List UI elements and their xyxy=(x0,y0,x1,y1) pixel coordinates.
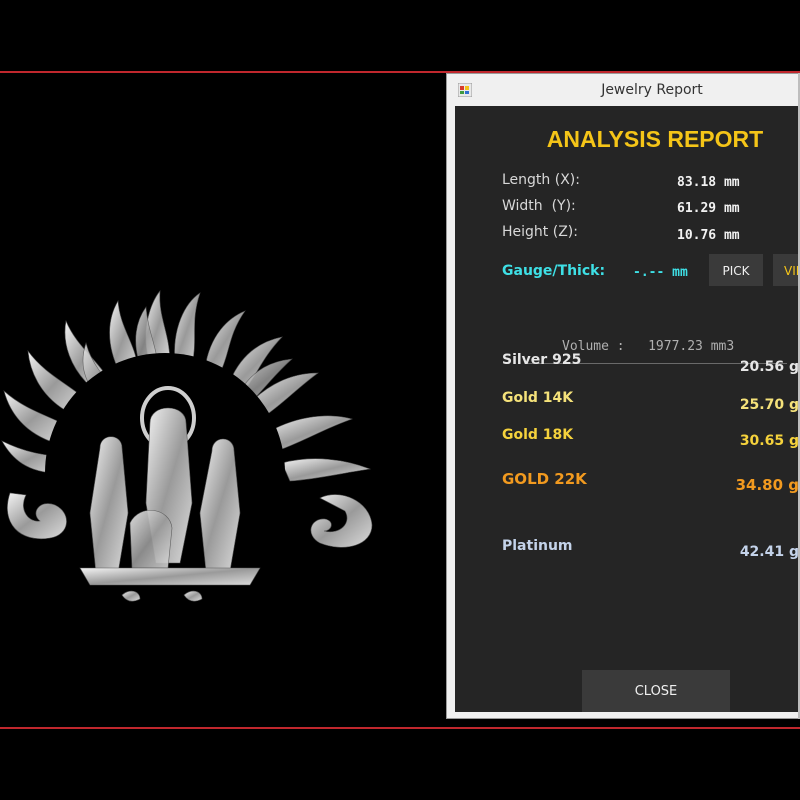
viewport-border-bottom xyxy=(0,727,800,729)
window-title: Jewelry Report xyxy=(601,82,703,98)
report-heading: ANALYSIS REPORT xyxy=(546,126,764,152)
title-bar[interactable]: Jewelry Report xyxy=(447,74,800,106)
gold-14k-label: Gold 14K xyxy=(502,390,574,406)
jewelry-pendant-model xyxy=(1,290,373,602)
close-button[interactable]: CLOSE xyxy=(582,670,730,712)
silver-925-value: 20.56 g xyxy=(739,359,799,375)
3d-viewport[interactable] xyxy=(0,73,448,727)
report-panel: ANALYSIS REPORT Length (X): 83.18 mm Wid… xyxy=(455,106,800,712)
gold-22k-value: 34.80 g xyxy=(735,476,799,494)
platinum-value: 42.41 g xyxy=(739,544,799,560)
gold-22k-label: GOLD 22K xyxy=(502,470,587,488)
platinum-label: Platinum xyxy=(502,538,573,554)
width-label: Width (Y): xyxy=(502,198,576,214)
gold-18k-value: 30.65 g xyxy=(739,433,799,449)
jewelry-report-window: Jewelry Report ANALYSIS REPORT Length (X… xyxy=(446,73,800,719)
view-button[interactable]: VIE xyxy=(773,254,800,286)
width-value: 61.29 mm xyxy=(677,201,740,216)
volume-readout: Volume : 1977.23 mm3 xyxy=(562,339,735,354)
height-value: 10.76 mm xyxy=(677,228,740,243)
gauge-value: -.-- mm xyxy=(633,265,688,280)
length-label: Length (X): xyxy=(502,172,580,188)
silver-925-label: Silver 925 xyxy=(502,352,582,368)
height-label: Height (Z): xyxy=(502,224,578,240)
gauge-label: Gauge/Thick: xyxy=(502,263,606,279)
gold-14k-value: 25.70 g xyxy=(739,397,799,413)
gold-18k-label: Gold 18K xyxy=(502,427,574,443)
pick-button[interactable]: PICK xyxy=(709,254,763,286)
length-value: 83.18 mm xyxy=(677,175,740,190)
